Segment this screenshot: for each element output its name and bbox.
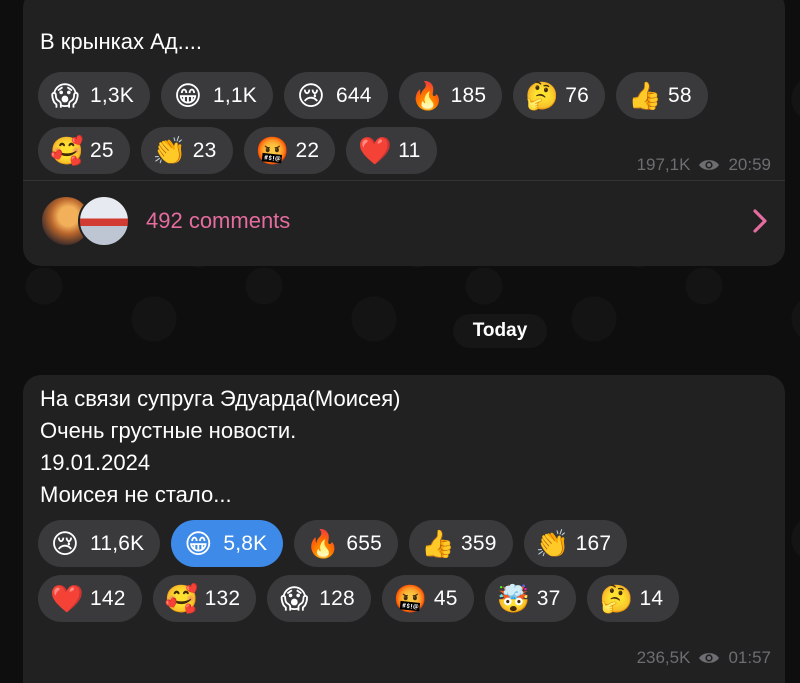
reaction-row: 😢 11,6K 😁 5,8K 🔥 655 👍 359 👏 167: [38, 520, 679, 567]
date-separator: Today: [453, 314, 547, 348]
comments-label: 492 comments: [146, 208, 291, 233]
reaction-chip[interactable]: 🔥 655: [294, 520, 398, 567]
message-text: На связи супруга Эдуарда(Моисея) Очень г…: [40, 386, 401, 507]
message-bubble[interactable]: На связи супруга Эдуарда(Моисея) Очень г…: [23, 375, 785, 683]
reaction-count: 128: [319, 586, 355, 610]
eye-icon: [699, 160, 720, 170]
message-bubble[interactable]: В крынках Ад.... 😱 1,3K 😁 1,1K 😢 644 🔥 185 🤔 76 👍 5…: [23, 0, 785, 266]
reaction-count: 58: [668, 83, 692, 107]
reaction-chip[interactable]: 😢 11,6K: [38, 520, 161, 567]
cursing-face-icon: 🤬: [255, 135, 290, 166]
reaction-count: 359: [460, 531, 497, 555]
reaction-chip[interactable]: 🤬 45: [381, 575, 474, 622]
fire-icon: 🔥: [306, 528, 340, 559]
divider: [23, 180, 785, 181]
reactions-bar: 😢 11,6K 😁 5,8K 🔥 655 👍 359 👏 167 ❤️ 142 🥰 132 😱 128 🤬 45 🤯…: [38, 520, 680, 622]
message-meta: 197,1K 20:59: [637, 155, 771, 175]
grin-icon: 😁: [184, 528, 213, 559]
reaction-chip[interactable]: 👏 167: [523, 520, 628, 567]
reaction-chip[interactable]: 🔥 185: [398, 72, 503, 119]
reaction-count: 11,6K: [90, 531, 145, 555]
cry-icon: 😢: [296, 80, 326, 111]
reaction-count: 5,8K: [223, 531, 268, 555]
view-count: 197,1K: [636, 155, 691, 174]
reaction-count: 76: [565, 83, 590, 107]
cry-icon: 😢: [50, 528, 80, 559]
message-time: 01:57: [728, 648, 771, 667]
love-face-icon: 🥰: [50, 135, 84, 166]
reaction-row: 🥰 25 👏 23 🤬 22 ❤️ 11: [38, 127, 708, 174]
reaction-row: 😱 1,3K 😁 1,1K 😢 644 🔥 185 🤔 76 👍 58: [38, 72, 708, 119]
avatar: [78, 195, 130, 247]
reaction-chip[interactable]: 😁 5,8K: [171, 520, 284, 567]
reaction-count: 644: [336, 83, 372, 107]
reactions-bar: 😱 1,3K 😁 1,1K 😢 644 🔥 185 🤔 76 👍 58 🥰 25 👏 23 🤬 22 ❤️ 11: [38, 72, 708, 174]
scream-icon: 😱: [50, 80, 80, 111]
thumbs-up-icon: 👍: [420, 528, 455, 559]
thumbs-up-icon: 👍: [628, 80, 662, 111]
reaction-count: 167: [575, 531, 612, 555]
reaction-count: 132: [204, 586, 241, 610]
reaction-chip[interactable]: 🥰 25: [38, 127, 130, 174]
commenter-avatars: [40, 195, 136, 247]
grin-icon: 😁: [173, 80, 203, 111]
scream-icon: 😱: [280, 583, 309, 614]
comments-button[interactable]: 492 comments: [40, 191, 769, 251]
message-meta: 236,5K 01:57: [637, 648, 771, 668]
reaction-chip[interactable]: 😁 1,1K: [161, 72, 273, 119]
reaction-chip[interactable]: 🤯 37: [484, 575, 577, 622]
heart-icon: ❤️: [358, 135, 392, 166]
reaction-count: 37: [536, 586, 561, 610]
message-text: В крынках Ад....: [40, 29, 203, 54]
clap-icon: 👏: [152, 135, 187, 166]
cursing-face-icon: 🤬: [393, 583, 428, 614]
reaction-count: 1,1K: [213, 83, 257, 107]
reaction-count: 45: [433, 586, 458, 610]
reaction-chip[interactable]: 👍 359: [408, 520, 513, 567]
eye-icon: [699, 653, 720, 663]
exploding-head-icon: 🤯: [496, 583, 531, 614]
reaction-chip[interactable]: 👏 23: [140, 127, 233, 174]
reaction-chip[interactable]: 😱 128: [267, 575, 371, 622]
heart-icon: ❤️: [50, 583, 84, 614]
chevron-right-icon: [753, 209, 767, 233]
message-time: 20:59: [728, 155, 771, 174]
reaction-count: 142: [90, 586, 126, 610]
reaction-row: ❤️ 142 🥰 132 😱 128 🤬 45 🤯 37 🤔 14: [38, 575, 680, 622]
reaction-count: 11: [398, 138, 421, 162]
clap-icon: 👏: [535, 528, 570, 559]
reaction-count: 14: [639, 586, 664, 610]
reaction-count: 655: [346, 531, 382, 555]
reaction-chip[interactable]: 🤔 76: [513, 72, 606, 119]
reaction-count: 25: [90, 138, 114, 162]
reaction-chip[interactable]: 🤔 14: [587, 575, 680, 622]
reaction-chip[interactable]: ❤️ 142: [38, 575, 142, 622]
thinking-icon: 🤔: [599, 583, 634, 614]
reaction-chip[interactable]: 🤬 22: [243, 127, 336, 174]
reaction-count: 185: [450, 83, 487, 107]
fire-icon: 🔥: [410, 80, 445, 111]
reaction-chip[interactable]: 👍 58: [616, 72, 708, 119]
love-face-icon: 🥰: [164, 583, 199, 614]
reaction-chip[interactable]: 😱 1,3K: [38, 72, 150, 119]
reaction-chip[interactable]: 🥰 132: [152, 575, 257, 622]
reaction-chip[interactable]: 😢 644: [284, 72, 388, 119]
reaction-chip[interactable]: ❤️ 11: [346, 127, 437, 174]
reaction-count: 22: [295, 138, 320, 162]
reaction-count: 23: [192, 138, 217, 162]
reaction-count: 1,3K: [90, 83, 134, 107]
thinking-icon: 🤔: [525, 80, 559, 111]
view-count: 236,5K: [636, 648, 691, 667]
